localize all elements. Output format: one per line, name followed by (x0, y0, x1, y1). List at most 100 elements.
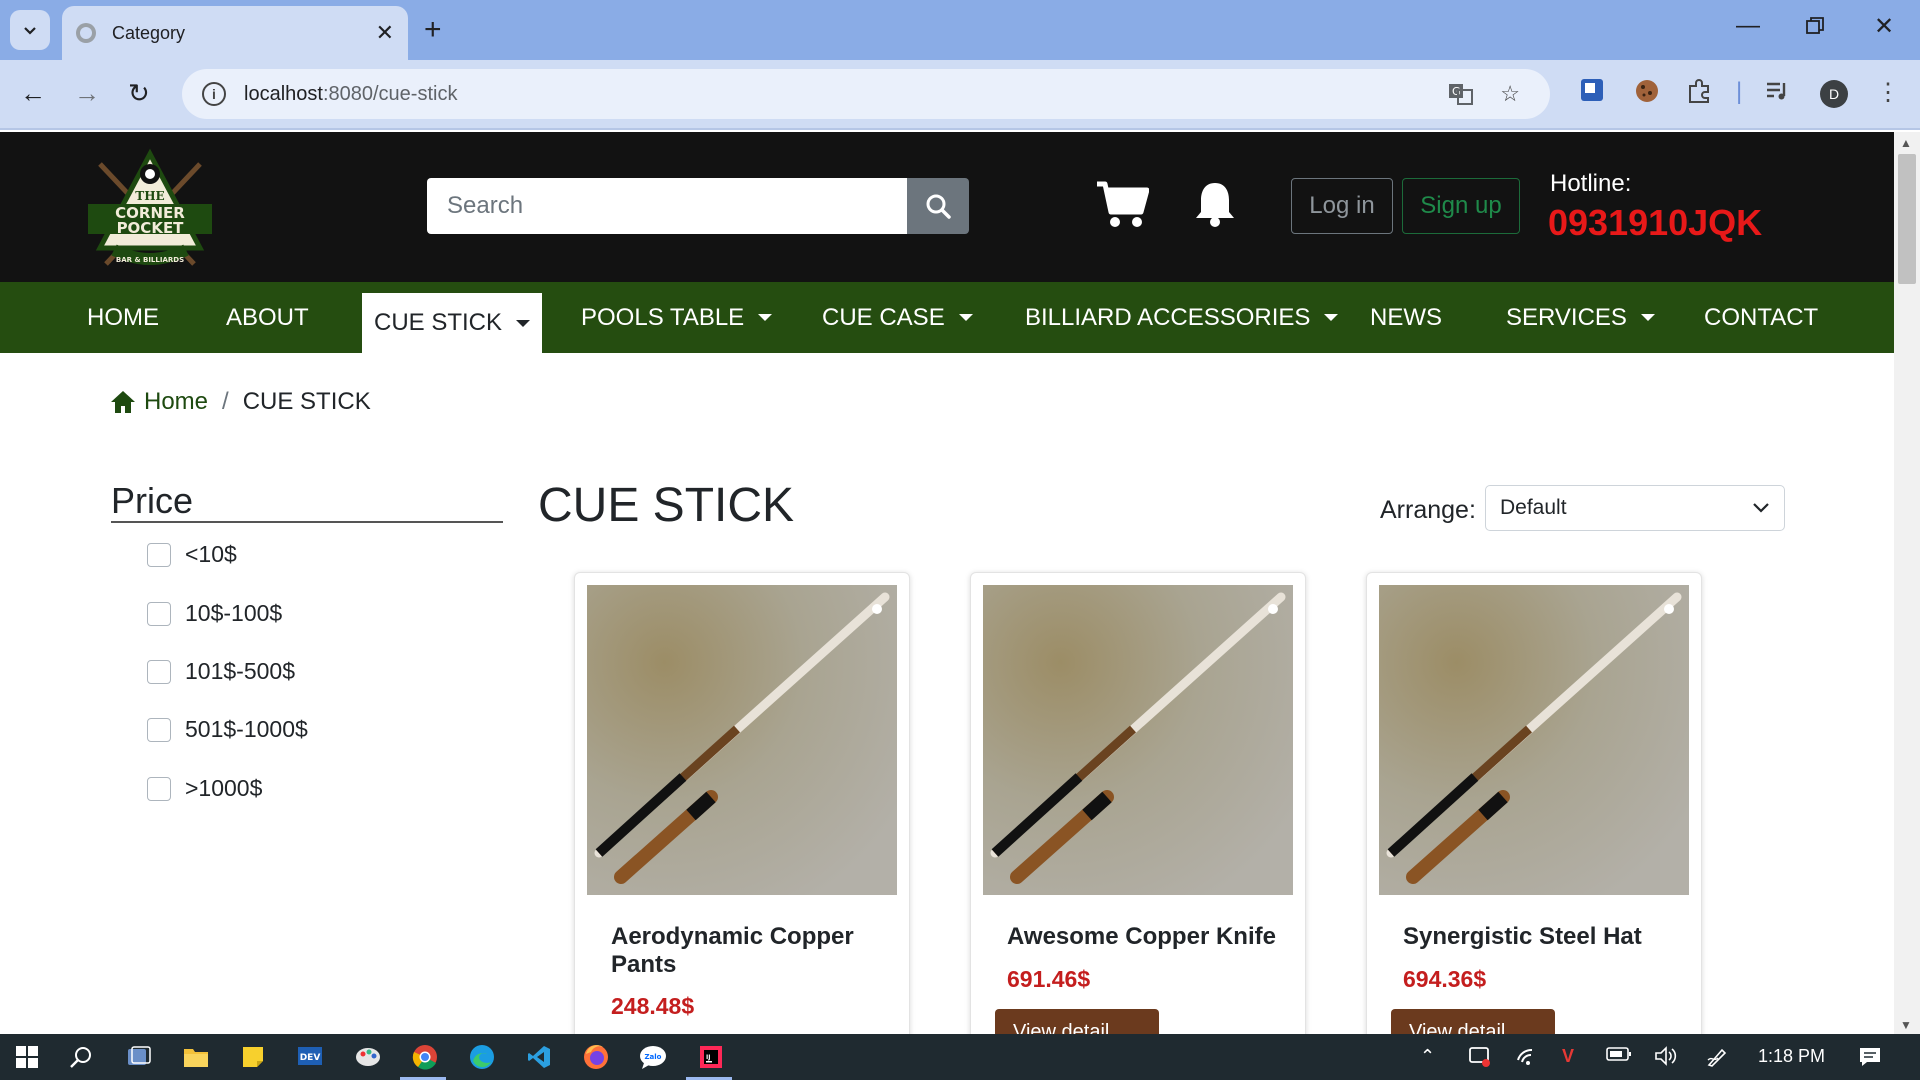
browser-menu-icon[interactable]: ⋮ (1876, 78, 1900, 107)
reload-icon[interactable]: ↻ (128, 78, 150, 108)
tray-overflow-icon[interactable]: ⌃ (1420, 1046, 1435, 1067)
nav-pools-table[interactable]: POOLS TABLE (581, 282, 773, 353)
toolbar-divider: | (1736, 78, 1743, 105)
site-info-icon[interactable]: i (202, 82, 226, 106)
extensions-puzzle-icon[interactable] (1686, 78, 1712, 111)
price-filter-divider (111, 521, 503, 523)
product-name[interactable]: Aerodynamic Copper Pants (611, 923, 881, 979)
address-bar[interactable]: i localhost:8080/cue-stick G ☆ (182, 69, 1550, 119)
tray-meet-icon[interactable] (1468, 1046, 1492, 1073)
svg-text:POCKET: POCKET (117, 219, 185, 237)
product-image[interactable] (983, 585, 1293, 895)
taskbar-clock[interactable]: 1:18 PM (1758, 1046, 1825, 1067)
chevron-down-icon (24, 27, 36, 35)
nav-home[interactable]: HOME (87, 282, 159, 353)
browser-tab[interactable]: Category ✕ (62, 6, 408, 60)
svg-text:BAR & BILLIARDS: BAR & BILLIARDS (116, 256, 184, 264)
sticky-notes-icon[interactable] (238, 1042, 268, 1072)
scroll-up-arrow[interactable]: ▲ (1900, 136, 1912, 150)
restore-icon[interactable] (1806, 14, 1824, 42)
price-filter-option[interactable]: 10$-100$ (147, 600, 282, 627)
price-filter-option[interactable]: <10$ (147, 541, 237, 568)
battery-icon[interactable] (1606, 1046, 1632, 1067)
firefox-icon[interactable] (581, 1042, 611, 1072)
intellij-icon[interactable]: IJ (696, 1042, 726, 1072)
scroll-down-arrow[interactable]: ▼ (1900, 1018, 1912, 1032)
file-explorer-icon[interactable] (181, 1042, 211, 1072)
chrome-icon[interactable] (410, 1042, 440, 1072)
windows-start-icon[interactable] (12, 1042, 42, 1072)
close-tab-icon[interactable]: ✕ (376, 20, 394, 46)
product-card[interactable]: Synergistic Steel Hat 694.36$ View detai… (1366, 572, 1702, 1052)
nav-services[interactable]: SERVICES (1506, 282, 1655, 353)
hotline-number[interactable]: 0931910JQK (1548, 202, 1762, 244)
bookmark-star-icon[interactable]: ☆ (1500, 81, 1520, 113)
volume-icon[interactable] (1654, 1046, 1678, 1071)
forward-icon[interactable]: → (74, 78, 100, 108)
product-card[interactable]: Awesome Copper Knife 691.46$ View detail (970, 572, 1306, 1052)
scrollbar-thumb[interactable] (1898, 154, 1916, 284)
browser-tabstrip: Category ✕ + — ✕ (0, 0, 1920, 60)
dropdown-caret-icon (758, 314, 773, 321)
arrange-select[interactable]: Default (1485, 485, 1785, 531)
nav-about[interactable]: ABOUT (226, 282, 309, 353)
task-view-icon[interactable] (124, 1042, 154, 1072)
page-scrollbar[interactable]: ▲ ▼ (1894, 132, 1920, 1034)
search-icon (926, 194, 951, 219)
minimize-icon[interactable]: — (1736, 12, 1760, 40)
checkbox[interactable] (147, 776, 171, 801)
price-filter-option[interactable]: 101$-500$ (147, 658, 295, 685)
site-header: THE CORNER POCKET BAR & BILLIARDS Log in… (0, 132, 1894, 282)
breadcrumb-home-link[interactable]: Home (144, 388, 208, 416)
cookie-extension-icon[interactable] (1634, 78, 1660, 111)
price-filter-option[interactable]: >1000$ (147, 775, 262, 802)
extension-translate-icon[interactable] (1580, 78, 1604, 109)
nav-cue-stick[interactable]: CUE STICK (362, 293, 543, 353)
notification-center-icon[interactable] (1858, 1046, 1882, 1073)
wifi-icon[interactable] (1516, 1046, 1538, 1071)
close-window-icon[interactable]: ✕ (1874, 12, 1894, 41)
checkbox[interactable] (147, 601, 171, 626)
cart-icon[interactable] (1095, 180, 1150, 233)
nav-news[interactable]: NEWS (1370, 282, 1442, 353)
price-filter-option[interactable]: 501$-1000$ (147, 716, 308, 743)
tab-search-button[interactable] (10, 10, 50, 50)
edge-icon[interactable] (467, 1042, 497, 1072)
globe-icon (76, 23, 96, 43)
dev-app-icon[interactable]: DEV (295, 1042, 325, 1072)
checkbox[interactable] (147, 717, 171, 742)
login-button[interactable]: Log in (1291, 178, 1393, 234)
product-name[interactable]: Synergistic Steel Hat (1403, 923, 1673, 951)
nav-cue-case[interactable]: CUE CASE (822, 282, 973, 353)
product-image[interactable] (587, 585, 897, 895)
zalo-icon[interactable]: Zalo (638, 1042, 668, 1072)
checkbox[interactable] (147, 542, 171, 567)
nav-contact[interactable]: CONTACT (1704, 282, 1818, 353)
translate-icon[interactable]: G (1448, 81, 1474, 113)
new-tab-button[interactable]: + (424, 12, 442, 48)
product-card[interactable]: Aerodynamic Copper Pants 248.48$ (574, 572, 910, 1052)
nav-billiard-accessories[interactable]: BILLIARD ACCESSORIES (1025, 282, 1339, 353)
product-name[interactable]: Awesome Copper Knife (1007, 923, 1277, 951)
vietnamese-input-icon[interactable]: V (1562, 1046, 1574, 1067)
back-icon[interactable]: ← (20, 78, 46, 108)
search-button[interactable] (907, 178, 969, 234)
windows-taskbar: DEV Zalo IJ ⌃ V 1:18 PM (0, 1034, 1920, 1080)
corner-pocket-logo[interactable]: THE CORNER POCKET BAR & BILLIARDS (86, 144, 214, 272)
paint-app-icon[interactable] (353, 1042, 383, 1072)
arrange-label: Arrange: (1380, 496, 1476, 524)
pen-icon[interactable] (1706, 1046, 1728, 1073)
svg-text:IJ: IJ (706, 1054, 710, 1061)
taskbar-search-icon[interactable] (66, 1042, 96, 1072)
search-input[interactable] (427, 178, 907, 234)
chevron-down-icon (1753, 503, 1769, 513)
checkbox[interactable] (147, 659, 171, 684)
vscode-icon[interactable] (524, 1042, 554, 1072)
svg-text:DEV: DEV (300, 1053, 321, 1063)
product-image[interactable] (1379, 585, 1689, 895)
signup-button[interactable]: Sign up (1402, 178, 1520, 234)
dropdown-caret-icon (1640, 314, 1655, 321)
notification-bell-icon[interactable] (1193, 180, 1237, 233)
profile-avatar[interactable]: D (1820, 80, 1848, 108)
media-controls-icon[interactable] (1764, 78, 1790, 111)
